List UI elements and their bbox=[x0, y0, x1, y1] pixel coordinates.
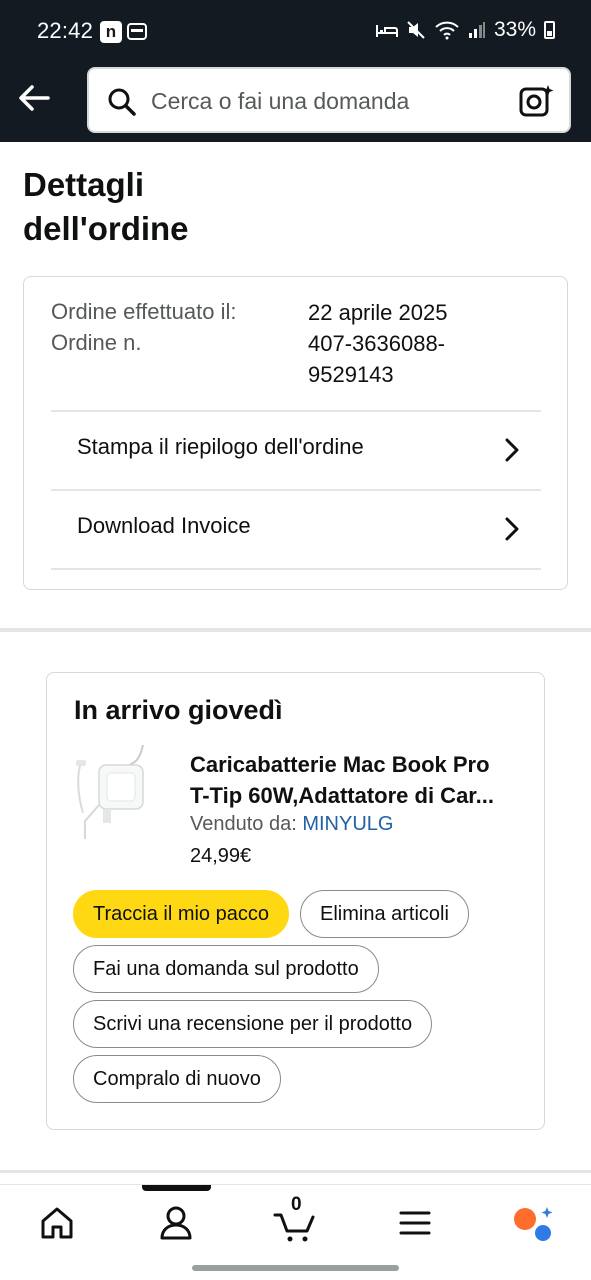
nav-menu[interactable] bbox=[390, 1199, 440, 1245]
download-invoice-link[interactable]: Download Invoice bbox=[51, 491, 541, 569]
battery-icon bbox=[544, 21, 555, 39]
chevron-right-icon bbox=[505, 438, 519, 462]
nav-account[interactable] bbox=[151, 1199, 201, 1245]
order-number-value: 407-3636088- 9529143 bbox=[308, 328, 508, 390]
divider bbox=[51, 568, 541, 570]
header bbox=[0, 62, 591, 142]
order-date-label: Ordine effettuato il: bbox=[51, 299, 237, 324]
home-icon bbox=[41, 1207, 73, 1239]
product-price: 24,99€ bbox=[190, 845, 252, 867]
sold-by-label: Venduto da: bbox=[190, 813, 297, 835]
product-name-line1[interactable]: Caricabatterie Mac Book Pro bbox=[190, 749, 525, 780]
print-order-summary-link[interactable]: Stampa il riepilogo dell'ordine bbox=[51, 412, 541, 490]
print-order-summary-label: Stampa il riepilogo dell'ordine bbox=[77, 434, 364, 459]
back-button[interactable] bbox=[16, 80, 56, 116]
page-title-line2: dell'ordine bbox=[23, 210, 189, 247]
order-number-line1: 407-3636088- bbox=[308, 331, 446, 356]
status-bar: 22:42 n 33% bbox=[0, 0, 591, 62]
write-review-button[interactable]: Scrivi una recensione per il prodotto bbox=[73, 1000, 433, 1048]
wifi-icon bbox=[435, 21, 459, 40]
page-title: Dettagli dell'ordine bbox=[23, 163, 323, 251]
search-icon bbox=[108, 88, 136, 116]
bed-icon bbox=[375, 25, 398, 37]
arrow-left-icon bbox=[19, 85, 50, 111]
nav-cart[interactable]: 0 bbox=[272, 1194, 322, 1245]
delete-items-button[interactable]: Elimina articoli bbox=[300, 890, 469, 938]
status-icons: 33% bbox=[375, 18, 555, 42]
nav-home[interactable] bbox=[32, 1199, 82, 1245]
order-date-value: 22 aprile 2025 bbox=[308, 300, 448, 325]
account-icon bbox=[160, 1206, 192, 1240]
camera-lens-icon[interactable] bbox=[519, 83, 555, 119]
product-image[interactable] bbox=[73, 743, 153, 843]
delivery-status-title: In arrivo giovedì bbox=[74, 695, 283, 725]
signal-icon bbox=[468, 22, 485, 38]
battery-percent: 33% bbox=[493, 18, 536, 41]
rufus-icon bbox=[514, 1207, 553, 1241]
page-title-line1: Dettagli bbox=[23, 166, 145, 203]
sold-by: Venduto da: MINYULG bbox=[190, 813, 393, 836]
nav-rufus[interactable] bbox=[510, 1199, 560, 1245]
menu-icon bbox=[399, 1211, 431, 1235]
search-bar[interactable] bbox=[87, 67, 571, 133]
order-number-line2: 9529143 bbox=[308, 362, 394, 387]
section-divider bbox=[0, 628, 591, 632]
order-info-card: Ordine effettuato il: 22 aprile 2025 Ord… bbox=[23, 276, 568, 590]
download-invoice-label: Download Invoice bbox=[77, 513, 251, 538]
wallet-icon bbox=[127, 23, 147, 40]
notification-n-icon: n bbox=[100, 21, 122, 43]
bottom-nav: 0 bbox=[0, 1184, 591, 1258]
seller-link[interactable]: MINYULG bbox=[302, 813, 393, 835]
gesture-home-bar[interactable] bbox=[192, 1265, 399, 1271]
cart-count: 0 bbox=[291, 1194, 302, 1215]
shipment-card: In arrivo giovedì Caricabatterie Mac Boo… bbox=[46, 672, 545, 1130]
buy-again-button[interactable]: Compralo di nuovo bbox=[73, 1055, 281, 1103]
ask-product-question-button[interactable]: Fai una domanda sul prodotto bbox=[73, 945, 379, 993]
search-input[interactable] bbox=[151, 83, 511, 119]
order-number-label: Ordine n. bbox=[51, 330, 142, 355]
section-divider bbox=[0, 1170, 591, 1173]
track-package-button[interactable]: Traccia il mio pacco bbox=[73, 890, 289, 938]
product-name-line2[interactable]: T-Tip 60W,Adattatore di Car... bbox=[190, 780, 525, 811]
active-tab-indicator bbox=[142, 1185, 211, 1191]
chevron-right-icon bbox=[505, 517, 519, 541]
status-time: 22:42 bbox=[37, 18, 94, 43]
mute-icon bbox=[407, 21, 425, 39]
